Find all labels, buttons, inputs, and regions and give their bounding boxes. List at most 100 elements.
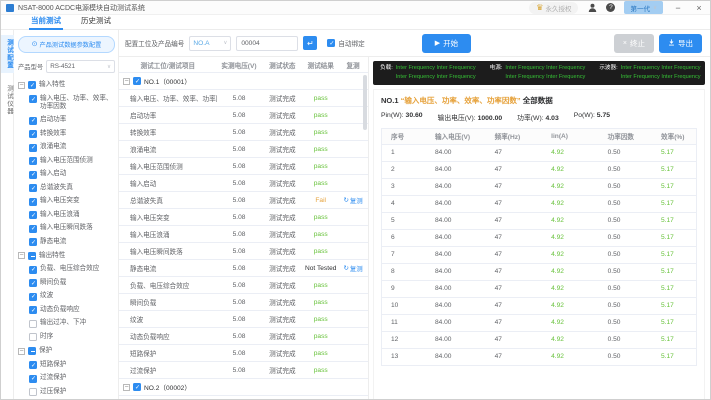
detail-cell: 84.00 (434, 336, 452, 344)
test-item-row[interactable]: 静态电流 5.08 测试完成 Not Tested ↻ 复测 (119, 260, 368, 277)
tree-item-checkbox[interactable] (29, 388, 37, 397)
tree-item-checkbox[interactable] (29, 143, 37, 152)
apply-number-button[interactable]: ↵ (303, 36, 318, 50)
tree-item-label: 负载、电压综合效应 (40, 265, 100, 273)
tree-item[interactable]: 输出过冲、下冲 (18, 317, 115, 331)
auto-bind-option[interactable]: 自动绑定 (327, 38, 365, 48)
tree-item[interactable]: 浪涌电流 (18, 141, 115, 155)
tree-item[interactable]: 静态电流 (18, 235, 115, 249)
test-item-row[interactable]: 输入电压范围侦测 5.08 测试完成 pass (119, 158, 368, 175)
test-item-row[interactable]: 输入电压、功率、效率、功率因数 5.08 测试完成 pass (119, 90, 368, 107)
station-select[interactable]: NO.A ∨ (189, 35, 232, 51)
tree-item-checkbox[interactable] (29, 265, 37, 274)
tree-item-checkbox[interactable] (29, 197, 37, 206)
test-item-row[interactable]: 输入电压浪涌 5.08 测试完成 pass (119, 226, 368, 243)
collapse-icon[interactable]: − (123, 383, 130, 391)
test-item-row[interactable]: 纹波 5.08 测试完成 pass (119, 311, 368, 328)
test-item-row[interactable]: 过流保护 5.08 测试完成 pass (119, 362, 368, 379)
test-item-row[interactable]: 瞬间负载 5.08 测试完成 pass (119, 294, 368, 311)
collapse-icon[interactable]: − (18, 81, 25, 89)
tree-item[interactable]: 瞬间负载 (18, 276, 115, 290)
test-item-row[interactable]: 输入电压瞬间跌落 5.08 测试完成 pass (119, 243, 368, 260)
retest-button[interactable]: ↻ 复测 (344, 196, 363, 205)
tree-item[interactable]: 输入电压浪涌 (18, 208, 115, 222)
test-item-row[interactable]: 启动功率 5.08 测试完成 pass (119, 107, 368, 124)
tree-item-checkbox[interactable] (29, 130, 37, 139)
tree-item-checkbox[interactable] (29, 184, 37, 193)
toolbar: 配置工位及产品编号 NO.A ∨ ↵ 自动绑定 ▶ 开始 × (119, 30, 710, 57)
station-group-row[interactable]: − NO.2（00002） (119, 379, 368, 396)
tree-group-checkbox[interactable] (28, 81, 36, 90)
tree-item-checkbox[interactable] (29, 319, 37, 328)
product-number-input[interactable] (236, 35, 299, 51)
tree-group-checkbox[interactable] (28, 347, 36, 356)
test-item-row[interactable]: 动态负载响应 5.08 测试完成 pass (119, 328, 368, 345)
station-checkbox[interactable] (133, 383, 141, 391)
tree-item[interactable]: 总谐波失真 (18, 181, 115, 195)
stop-button[interactable]: × 终止 (613, 33, 654, 53)
scrollbar-thumb[interactable] (363, 75, 367, 130)
tree-item[interactable]: 输入电压范围侦测 (18, 154, 115, 168)
tree-item-checkbox[interactable] (29, 211, 37, 220)
collapse-icon[interactable]: − (18, 347, 25, 355)
help-icon[interactable]: ? (606, 3, 616, 12)
tab-current-test[interactable]: 当前测试 (29, 15, 63, 30)
tree-item-checkbox[interactable] (29, 361, 37, 370)
test-item-row[interactable]: 短路保护 5.08 测试完成 pass (119, 345, 368, 362)
tree-item[interactable]: 转换效率 (18, 127, 115, 141)
tree-item[interactable]: 负载、电压综合效应 (18, 263, 115, 277)
tree-item-checkbox[interactable] (29, 279, 37, 288)
tree-item-checkbox[interactable] (29, 224, 37, 233)
tree-item[interactable]: 纹波 (18, 290, 115, 304)
version-dropdown[interactable]: 第一代 ∨ (624, 1, 663, 14)
tree-item-checkbox[interactable] (29, 95, 37, 104)
sidenav-test-config[interactable]: 测试配置 (1, 35, 14, 73)
start-button[interactable]: ▶ 开始 (421, 33, 472, 53)
test-result: pass (313, 298, 328, 306)
tree-item[interactable]: 过压保护 (18, 385, 115, 399)
tree-item[interactable]: 启动功率 (18, 114, 115, 128)
detail-data-row: 4 84.00 47 4.92 0.50 5.17 (382, 196, 696, 213)
instrument-status-lines: Inter Frequency Inter Frequency Inter Fre… (396, 64, 476, 82)
station-checkbox[interactable] (133, 77, 141, 85)
tree-item-checkbox[interactable] (29, 157, 37, 166)
stat-output-voltage: 输出电压(V): 1000.00 (437, 114, 503, 122)
retest-button[interactable]: ↻ 复测 (344, 264, 363, 273)
tab-history-test[interactable]: 历史测试 (79, 15, 113, 29)
col-frequency: 频率(Hz) (494, 134, 521, 142)
tree-item[interactable]: 过流保护 (18, 372, 115, 386)
tree-item-checkbox[interactable] (29, 116, 37, 125)
user-icon[interactable] (587, 3, 597, 13)
tree-item[interactable]: 动态负载响应 (18, 303, 115, 317)
test-item-row[interactable]: 总谐波失真 5.08 测试完成 Fail ↻ 复测 (119, 192, 368, 209)
product-model-select[interactable]: RS-4521 ∨ (46, 60, 115, 73)
tree-item-checkbox[interactable] (29, 306, 37, 315)
tree-item-checkbox[interactable] (29, 333, 37, 342)
test-item-row[interactable]: 输入启动 5.08 测试完成 pass (119, 175, 368, 192)
auto-bind-checkbox[interactable] (327, 39, 336, 47)
minimize-button[interactable]: − (672, 3, 684, 13)
test-item-row[interactable]: 浪涌电流 5.08 测试完成 pass (119, 141, 368, 158)
station-group-row[interactable]: − NO.1（00001） (119, 73, 368, 90)
tree-item[interactable]: 短路保护 (18, 358, 115, 372)
test-status: 测试完成 (269, 334, 296, 341)
tree-item[interactable]: 输入启动 (18, 168, 115, 182)
tree-item-checkbox[interactable] (29, 292, 37, 301)
tree-item-checkbox[interactable] (29, 374, 37, 383)
test-item-row[interactable]: 转换效率 5.08 测试完成 pass (119, 124, 368, 141)
tree-item[interactable]: 时序 (18, 330, 115, 344)
collapse-icon[interactable]: − (123, 77, 130, 85)
product-config-button[interactable]: ⊙ 产品测试数据参数配置 (18, 36, 115, 53)
tree-item[interactable]: 输入电压瞬间跌落 (18, 222, 115, 236)
tree-item[interactable]: 输入电压突变 (18, 195, 115, 209)
tree-item-checkbox[interactable] (29, 238, 37, 247)
export-button[interactable]: 导出 (659, 33, 702, 53)
test-item-row[interactable]: 输入电压突变 5.08 测试完成 pass (119, 209, 368, 226)
tree-group-checkbox[interactable] (28, 251, 36, 260)
tree-item-checkbox[interactable] (29, 170, 37, 179)
collapse-icon[interactable]: − (18, 252, 25, 260)
sidenav-test-instrument[interactable]: 测试仪器 (1, 81, 14, 119)
close-button[interactable]: × (693, 3, 705, 13)
test-item-row[interactable]: 负载、电压综合效应 5.08 测试完成 pass (119, 277, 368, 294)
tree-item[interactable]: 输入电压、功率、效率、功率因数 (18, 92, 115, 113)
